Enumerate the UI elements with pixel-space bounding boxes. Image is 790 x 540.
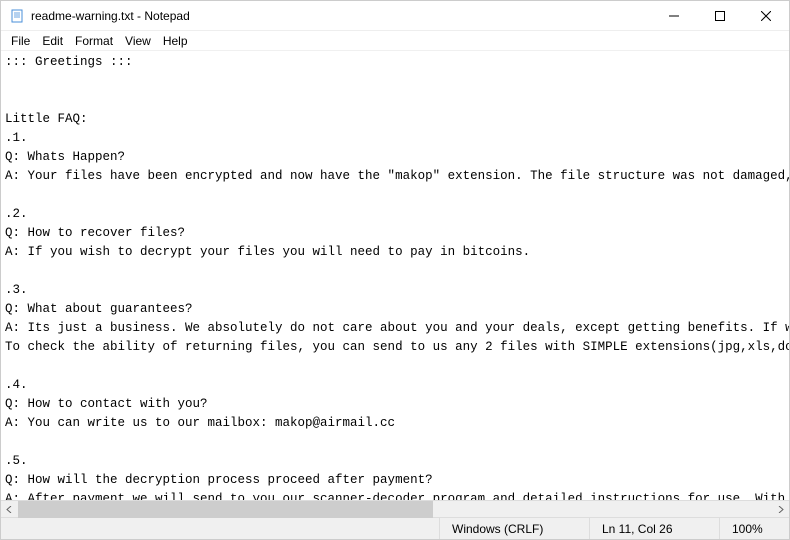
notepad-icon [9,8,25,24]
minimize-button[interactable] [651,1,697,31]
scroll-right-arrow[interactable] [772,501,789,518]
menu-format[interactable]: Format [69,32,119,50]
text-content[interactable]: ::: Greetings ::: Little FAQ: .1. Q: Wha… [1,51,789,500]
maximize-button[interactable] [697,1,743,31]
menu-view[interactable]: View [119,32,157,50]
window-controls [651,1,789,31]
close-button[interactable] [743,1,789,31]
statusbar: Windows (CRLF) Ln 11, Col 26 100% [1,517,789,539]
menubar: File Edit Format View Help [1,31,789,51]
menu-help[interactable]: Help [157,32,194,50]
status-position: Ln 11, Col 26 [589,518,719,539]
titlebar: readme-warning.txt - Notepad [1,1,789,31]
scroll-left-arrow[interactable] [1,501,18,518]
menu-file[interactable]: File [5,32,36,50]
menu-edit[interactable]: Edit [36,32,69,50]
scroll-track[interactable] [18,501,772,518]
editor-area: ::: Greetings ::: Little FAQ: .1. Q: Wha… [1,51,789,500]
window-title: readme-warning.txt - Notepad [31,9,651,23]
scroll-thumb[interactable] [18,501,433,518]
horizontal-scrollbar[interactable] [1,500,789,517]
status-encoding: Windows (CRLF) [439,518,589,539]
status-zoom: 100% [719,518,789,539]
